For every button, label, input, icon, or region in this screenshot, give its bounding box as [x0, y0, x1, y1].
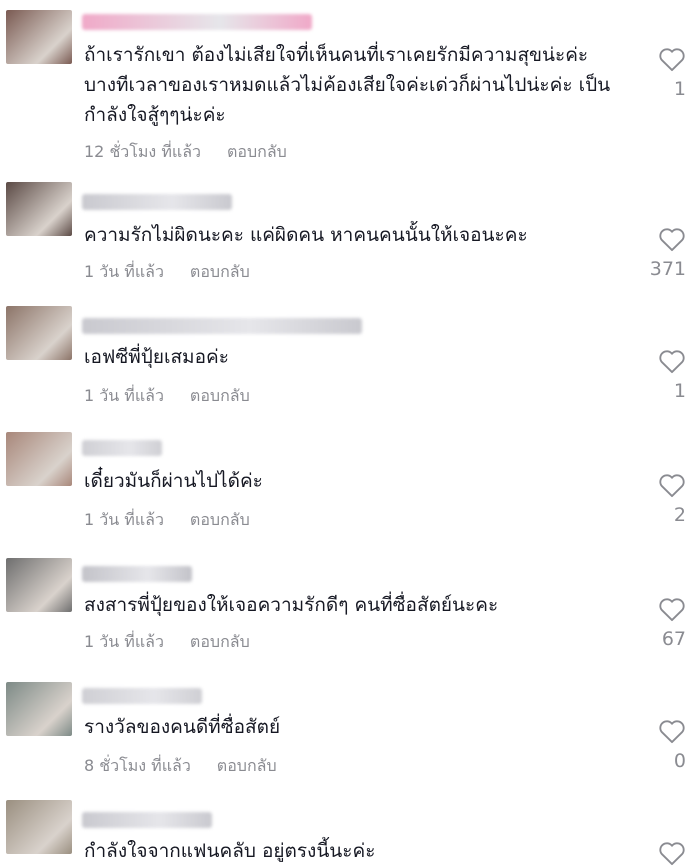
comment-time: 1 วัน ที่แล้ว [84, 510, 164, 529]
username-blurred[interactable] [82, 440, 162, 456]
reply-button[interactable]: ตอบกลับ [190, 510, 250, 529]
username-blurred[interactable] [82, 688, 202, 704]
reply-button[interactable]: ตอบกลับ [217, 756, 277, 775]
comment-text: สงสารพี่ปุ้ยของให้เจอความรักดีๆ คนที่ซื่… [84, 594, 499, 616]
comment-time: 8 ชั่วโมง ที่แล้ว [84, 756, 191, 775]
comment-text: ถ้าเรารักเขา ต้องไม่เสียใจที่เห็นคนที่เร… [84, 44, 611, 126]
like-count: 67 [661, 628, 686, 650]
like-count: 1 [673, 78, 686, 100]
comment-text: เอฟซีพี่ปุ้ยเสมอค่ะ [84, 346, 229, 368]
heart-icon[interactable] [658, 46, 686, 72]
avatar[interactable] [6, 800, 72, 854]
like-count: 0 [673, 750, 686, 772]
comment-meta: 12 ชั่วโมง ที่แล้ว ตอบกลับ [84, 140, 287, 165]
comment-text: เดี๋ยวมันก็ผ่านไปได้ค่ะ [84, 470, 263, 492]
avatar[interactable] [6, 682, 72, 736]
comment-text: กำลังใจจากแฟนคลับ อยู่ตรงนี้นะค่ะ [84, 840, 376, 862]
heart-icon[interactable] [658, 348, 686, 374]
username-blurred[interactable] [82, 812, 212, 828]
heart-icon[interactable] [658, 226, 686, 252]
comment-time: 1 วัน ที่แล้ว [84, 632, 164, 651]
comment-meta: 1 วัน ที่แล้ว ตอบกลับ [84, 630, 250, 655]
username-blurred[interactable] [82, 14, 312, 30]
like-count: 2 [673, 504, 686, 526]
reply-button[interactable]: ตอบกลับ [190, 386, 250, 405]
avatar[interactable] [6, 306, 72, 360]
avatar[interactable] [6, 558, 72, 612]
comment-time: 1 วัน ที่แล้ว [84, 262, 164, 281]
reply-button[interactable]: ตอบกลับ [227, 142, 287, 161]
comment-meta: 1 วัน ที่แล้ว ตอบกลับ [84, 508, 250, 533]
comment-text: ความรักไม่ผิดนะคะ แค่ผิดคน หาคนคนนั้นให้… [84, 224, 528, 246]
avatar[interactable] [6, 182, 72, 236]
reply-button[interactable]: ตอบกลับ [190, 262, 250, 281]
username-blurred[interactable] [82, 566, 192, 582]
comment-time: 1 วัน ที่แล้ว [84, 386, 164, 405]
username-blurred[interactable] [82, 194, 232, 210]
avatar[interactable] [6, 10, 72, 64]
heart-icon[interactable] [658, 472, 686, 498]
like-count: 371 [649, 258, 686, 280]
comment-meta: 8 ชั่วโมง ที่แล้ว ตอบกลับ [84, 754, 277, 779]
heart-icon[interactable] [658, 718, 686, 744]
comment-meta: 1 วัน ที่แล้ว ตอบกลับ [84, 384, 250, 409]
username-blurred[interactable] [82, 318, 362, 334]
heart-icon[interactable] [658, 596, 686, 622]
comment-time: 12 ชั่วโมง ที่แล้ว [84, 142, 201, 161]
reply-button[interactable]: ตอบกลับ [190, 632, 250, 651]
avatar[interactable] [6, 432, 72, 486]
comment-text: รางวัลของคนดีที่ซื่อสัตย์ [84, 716, 281, 738]
like-count: 1 [673, 380, 686, 402]
comment-meta: 1 วัน ที่แล้ว ตอบกลับ [84, 260, 250, 285]
heart-icon[interactable] [658, 840, 686, 866]
